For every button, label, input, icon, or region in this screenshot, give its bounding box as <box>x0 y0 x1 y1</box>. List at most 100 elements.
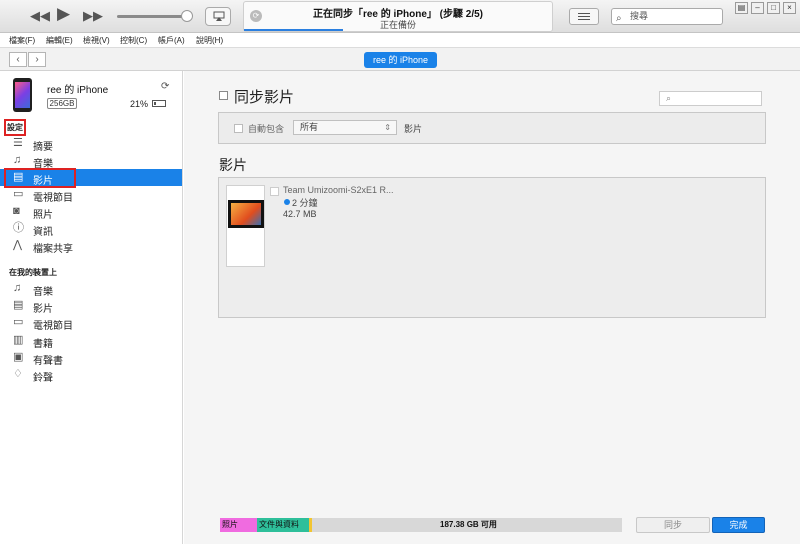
sidebar-item-device-tv-shows[interactable]: ▭ 電視節目 <box>0 314 182 333</box>
search-icon: ⌕ <box>616 13 622 24</box>
sidebar-item-file-sharing[interactable]: ⋀ 檔案共享 <box>0 237 182 256</box>
capacity-badge: 256GB <box>47 98 77 109</box>
camera-icon: ◙ <box>13 205 20 217</box>
battery-icon <box>152 100 166 107</box>
sidebar-item-device-books[interactable]: ▥ 書籍 <box>0 332 182 351</box>
file-sharing-icon: ⋀ <box>13 239 23 251</box>
list-view-button[interactable] <box>569 8 599 25</box>
done-button[interactable]: 完成 <box>712 517 765 533</box>
close-button[interactable]: × <box>783 2 796 14</box>
sidebar-item-label: 音樂 <box>33 287 53 298</box>
menu-view[interactable]: 檢視(V) <box>83 35 110 46</box>
auto-include-label: 自動包含 <box>248 124 285 134</box>
sidebar-item-label: 摘要 <box>33 142 53 153</box>
window-menu-button[interactable]: ▤ <box>735 2 748 14</box>
chevron-right-icon: › <box>35 54 39 65</box>
movie-size: 42.7 MB <box>283 209 317 219</box>
status-display: ⟳ 正在同步「ree 的 iPhone」 (步驟 2/5) 正在備份 <box>243 1 553 32</box>
book-icon: ▥ <box>13 334 24 346</box>
airplay-button[interactable] <box>205 7 231 26</box>
sidebar-item-label: 照片 <box>33 210 53 221</box>
sidebar-item-info[interactable]: ⓘ 資訊 <box>0 220 182 239</box>
menu-account[interactable]: 帳戶(A) <box>158 35 185 46</box>
device-name: ree 的 iPhone <box>47 85 109 96</box>
toolbar: ◀◀ ▶ ▶▶ ⟳ 正在同步「ree 的 iPhone」 (步驟 2/5) 正在… <box>0 0 800 33</box>
storage-docs-segment: 文件與資料 <box>257 518 309 532</box>
sidebar-item-photos[interactable]: ◙ 照片 <box>0 203 182 222</box>
movie-title: Team Umizoomi-S2xE1 R... <box>283 185 394 195</box>
storage-other-segment <box>309 518 312 532</box>
auto-include-checkbox[interactable] <box>234 124 243 133</box>
battery-percent: 21% <box>130 99 149 109</box>
fast-forward-icon[interactable]: ▶▶ <box>83 8 103 24</box>
volume-slider-track[interactable] <box>117 15 187 18</box>
tv-icon: ▭ <box>13 316 24 328</box>
sync-button[interactable]: 同步 <box>636 517 710 533</box>
forward-button[interactable]: › <box>28 52 46 67</box>
sidebar-item-label: 資訊 <box>33 227 53 238</box>
bell-icon: ♢ <box>13 368 23 380</box>
menu-file[interactable]: 檔案(F) <box>9 35 35 46</box>
iphone-icon <box>13 78 32 112</box>
auto-include-panel: 自動包含 所有 ⇕ 影片 <box>218 112 766 144</box>
sidebar-item-device-audiobooks[interactable]: ▣ 有聲書 <box>0 349 182 368</box>
play-icon[interactable]: ▶ <box>57 5 70 22</box>
sidebar-item-label: 影片 <box>33 304 53 315</box>
sidebar-item-device-tones[interactable]: ♢ 鈴聲 <box>0 366 182 385</box>
chevron-updown-icon: ⇕ <box>384 123 391 132</box>
sidebar-item-label: 電視節目 <box>33 321 73 332</box>
storage-bar: 照片 文件與資料 187.38 GB 可用 <box>220 518 622 532</box>
sidebar-item-device-movies[interactable]: ▤ 影片 <box>0 297 182 316</box>
highlight-box <box>4 168 76 188</box>
sync-progress-bar <box>244 29 343 31</box>
music-note-icon: ♫ <box>13 282 22 294</box>
tv-icon: ▭ <box>13 188 24 200</box>
settings-header: 設定 <box>4 119 26 136</box>
menu-edit[interactable]: 編輯(E) <box>46 35 73 46</box>
sidebar-item-label: 電視節目 <box>33 193 73 204</box>
movie-duration: 2 分鐘 <box>292 198 318 208</box>
auto-include-select[interactable]: 所有 ⇕ <box>293 120 397 135</box>
sync-icon[interactable]: ⟳ <box>161 81 169 92</box>
main-content: 同步影片 ⌕ 自動包含 所有 ⇕ 影片 影片 Team Umizoomi-S2x… <box>184 71 800 544</box>
filter-search-input[interactable]: ⌕ <box>659 91 762 106</box>
sidebar-item-music[interactable]: ♫ 音樂 <box>0 152 182 171</box>
maximize-button[interactable]: □ <box>767 2 780 14</box>
unwatched-dot-icon <box>284 199 290 205</box>
chevron-left-icon: ‹ <box>16 54 20 65</box>
device-button[interactable]: ree 的 iPhone <box>364 52 437 68</box>
info-icon: ⓘ <box>13 222 24 234</box>
back-button[interactable]: ‹ <box>9 52 27 67</box>
sidebar-item-summary[interactable]: ☰ 摘要 <box>0 135 182 154</box>
movies-list: Team Umizoomi-S2xE1 R... 2 分鐘 42.7 MB <box>218 177 766 318</box>
movies-header: 影片 <box>219 157 247 173</box>
search-input[interactable]: ⌕ 搜尋 <box>611 8 723 25</box>
auto-include-suffix: 影片 <box>404 124 423 134</box>
sync-movies-row: 同步影片 <box>219 89 294 106</box>
search-placeholder: 搜尋 <box>630 11 649 21</box>
sidebar-item-label: 書籍 <box>33 339 53 350</box>
rewind-icon[interactable]: ◀◀ <box>30 8 50 24</box>
auto-include-value: 所有 <box>300 122 319 132</box>
storage-free-label: 187.38 GB 可用 <box>440 520 497 529</box>
film-icon: ▤ <box>13 299 24 311</box>
movie-thumbnail <box>228 200 264 228</box>
sidebar: ree 的 iPhone ⟳ 256GB 21% 設定 ☰ 摘要 ♫ 音樂 ▤ … <box>0 71 183 544</box>
audiobook-icon: ▣ <box>13 351 24 363</box>
sidebar-item-device-music[interactable]: ♫ 音樂 <box>0 280 182 299</box>
movie-checkbox[interactable] <box>270 187 279 196</box>
sidebar-item-label: 鈴聲 <box>33 373 53 384</box>
menu-controls[interactable]: 控制(C) <box>120 35 147 46</box>
menu-bar: 檔案(F) 編輯(E) 檢視(V) 控制(C) 帳戶(A) 說明(H) <box>0 33 800 47</box>
music-note-icon: ♫ <box>13 154 22 166</box>
airplay-icon <box>213 11 225 21</box>
storage-photos-segment: 照片 <box>220 518 257 532</box>
sidebar-item-tv-shows[interactable]: ▭ 電視節目 <box>0 186 182 205</box>
sidebar-item-label: 有聲書 <box>33 356 63 367</box>
volume-slider-knob[interactable] <box>181 10 193 22</box>
sidebar-item-label: 檔案共享 <box>33 244 73 255</box>
menu-help[interactable]: 說明(H) <box>196 35 223 46</box>
movie-artwork[interactable] <box>226 185 265 267</box>
minimize-button[interactable]: – <box>751 2 764 14</box>
sync-movies-checkbox[interactable] <box>219 90 228 100</box>
